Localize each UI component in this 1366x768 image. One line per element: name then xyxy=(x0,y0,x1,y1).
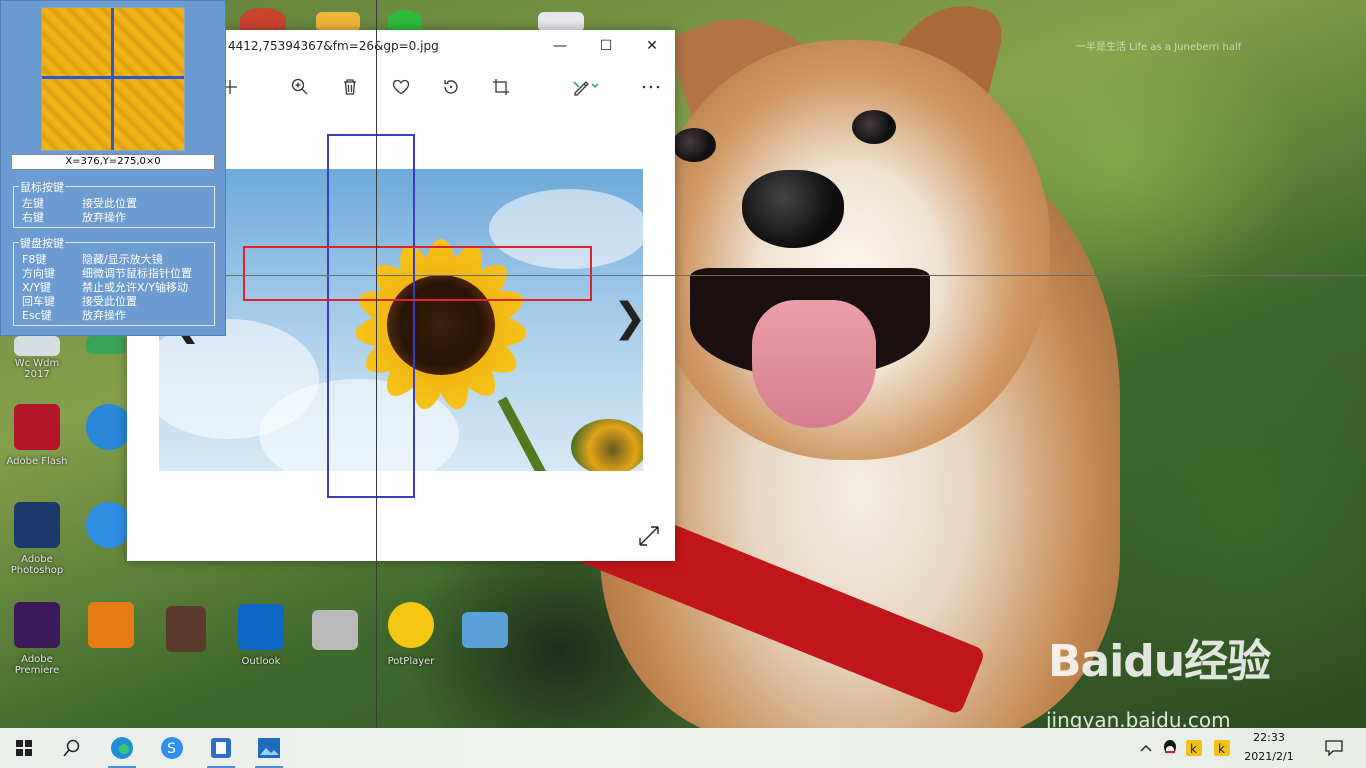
teamviewer-icon[interactable] xyxy=(86,502,132,548)
more-icon[interactable] xyxy=(636,72,666,102)
desktop-icon[interactable] xyxy=(14,336,60,356)
search-button[interactable] xyxy=(52,728,92,768)
key-action: 放弃操作 xyxy=(82,309,126,322)
chevron-up-icon[interactable] xyxy=(1134,728,1158,768)
baidu-watermark: Baidu经验 xyxy=(1048,636,1271,687)
keyboard-keys-group: 键盘按键 F8键 隐藏/显示放大镜 方向键 细微调节鼠标指针位置 X/Y键 禁止… xyxy=(13,235,215,326)
edit-icon[interactable] xyxy=(571,72,601,102)
zoom-crosshair-horizontal xyxy=(42,76,184,79)
mouse-keys-group: 鼠标按键 左键 接受此位置 右键 放弃操作 xyxy=(13,179,215,228)
maximize-button[interactable]: ☐ xyxy=(583,30,629,62)
premiere-icon[interactable] xyxy=(14,602,60,648)
app-icon[interactable] xyxy=(538,12,584,32)
close-button[interactable]: ✕ xyxy=(629,30,675,62)
flower-stem xyxy=(497,396,559,471)
clock-date[interactable]: 2021/2/1 xyxy=(1236,750,1302,763)
svg-text:k: k xyxy=(1218,742,1225,756)
magnifier-panel: X=376,Y=275,0×0 鼠标按键 左键 接受此位置 右键 放弃操作 键盘… xyxy=(0,0,226,336)
desktop-icon-label: Adobe Photoshop xyxy=(10,554,64,576)
video-icon[interactable] xyxy=(312,610,358,650)
crosshair-vertical xyxy=(376,0,377,768)
notification-icon[interactable] xyxy=(1314,728,1354,768)
k-icon[interactable]: k xyxy=(1210,728,1234,768)
photos-taskbar-icon[interactable] xyxy=(249,728,289,768)
photoshop-icon[interactable] xyxy=(14,502,60,548)
key-action: 放弃操作 xyxy=(82,211,126,224)
start-button[interactable] xyxy=(4,728,44,768)
next-arrow-icon[interactable]: ❯ xyxy=(613,295,647,341)
app-taskbar-icon[interactable] xyxy=(201,728,241,768)
dog-eye-right xyxy=(852,110,896,144)
sunflower-bud xyxy=(571,419,643,471)
crop-icon[interactable] xyxy=(486,72,516,102)
image-file-icon[interactable] xyxy=(462,612,508,648)
wechat-icon[interactable] xyxy=(388,10,422,32)
k-icon[interactable]: k xyxy=(1182,728,1206,768)
powerpoint-icon[interactable] xyxy=(240,8,286,32)
outlook-icon[interactable] xyxy=(238,604,284,650)
dog-tongue xyxy=(752,300,876,428)
edge-taskbar-icon[interactable] xyxy=(102,728,142,768)
fullscreen-icon[interactable] xyxy=(638,525,660,550)
delete-icon[interactable] xyxy=(335,72,365,102)
potplayer-icon[interactable] xyxy=(388,602,434,648)
desktop-icon-label: Adobe Flash xyxy=(6,456,68,467)
window-title: 4412,75394367&fm=26&gp=0.jpg xyxy=(228,39,439,53)
key-label: 右键 xyxy=(22,211,44,224)
desktop-icon-label: Adobe Premiere xyxy=(14,654,60,676)
folder-icon[interactable] xyxy=(316,12,360,32)
rotate-icon[interactable] xyxy=(436,72,466,102)
desktop-icon[interactable] xyxy=(86,336,126,354)
zoom-preview xyxy=(41,7,185,151)
app-icon[interactable] xyxy=(88,602,134,648)
coordinate-readout: X=376,Y=275,0×0 xyxy=(11,154,215,170)
group-title: 键盘按键 xyxy=(19,235,65,251)
qq-icon[interactable] xyxy=(86,404,132,450)
desktop-icon-label: PotPlayer xyxy=(387,656,435,667)
minimize-button[interactable]: — xyxy=(537,30,583,62)
flash-icon[interactable] xyxy=(14,404,60,450)
key-row: Esc键 放弃操作 xyxy=(22,307,126,323)
dog-eye-left xyxy=(672,128,716,162)
highlight-box-red xyxy=(243,246,592,301)
wallpaper-caption: 一半是生活 Life as a Juneberri half xyxy=(1076,42,1242,53)
heart-icon[interactable] xyxy=(386,72,416,102)
desktop-icon-label: Wc Wdm 2017 xyxy=(14,358,60,380)
key-label: Esc键 xyxy=(22,309,52,322)
desktop-icon-label: Outlook xyxy=(241,656,281,667)
group-title: 鼠标按键 xyxy=(19,179,65,195)
zoom-crosshair-vertical xyxy=(111,8,114,150)
svg-text:S: S xyxy=(167,741,176,757)
dog-nose xyxy=(742,170,844,248)
clock-time[interactable]: 22:33 xyxy=(1244,731,1294,744)
zoom-in-icon[interactable] xyxy=(285,72,315,102)
key-row: 右键 放弃操作 xyxy=(22,209,126,225)
qq-icon[interactable] xyxy=(1158,728,1182,768)
svg-text:k: k xyxy=(1190,742,1197,756)
book-icon[interactable] xyxy=(166,606,206,652)
sogou-taskbar-icon[interactable]: S xyxy=(152,728,192,768)
highlight-box-blue xyxy=(327,134,415,498)
